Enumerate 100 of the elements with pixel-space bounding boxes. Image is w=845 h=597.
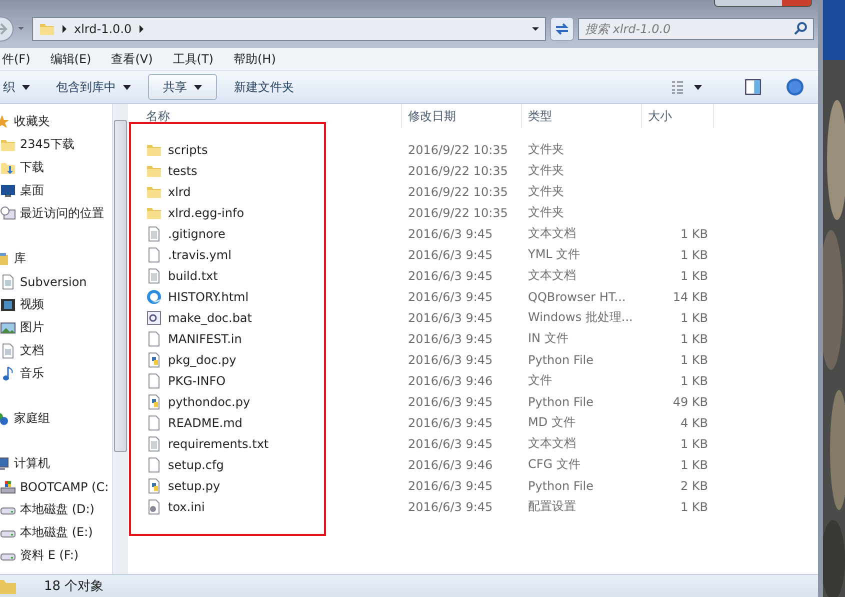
sidebar-item[interactable]: 下载 [0, 156, 112, 179]
table-cell-text: IN 文件 [527, 330, 570, 347]
status-text: 18 个对象 [44, 578, 104, 595]
sidebar-item[interactable]: 最近访问的位置 [0, 202, 112, 225]
column-header[interactable]: 名称 [128, 104, 402, 128]
breadcrumb[interactable]: xlrd-1.0.0 [74, 22, 132, 36]
folder-icon [0, 578, 16, 594]
table-cell-text: 文件 [527, 372, 553, 389]
table-cell-text: 2016/6/3 9:45 [407, 268, 494, 282]
file-name-cell[interactable]: scripts [128, 142, 402, 158]
file-name-cell[interactable]: pythondoc.py [128, 394, 402, 410]
film-icon [0, 296, 16, 312]
table-cell-text: 文件夹 [527, 162, 565, 179]
toolbar-button[interactable]: 包含到库中 [47, 74, 140, 100]
column-header[interactable]: 类型 [522, 104, 642, 128]
sidebar-item[interactable]: 图片 [0, 316, 112, 339]
table-cell-text: 2016/6/3 9:45 [407, 436, 494, 450]
file-name-cell[interactable]: pkg_doc.py [128, 352, 402, 368]
python-file-icon [146, 394, 162, 410]
table-cell-text: 2016/6/3 9:45 [407, 416, 494, 430]
table-cell-text: 文件夹 [527, 204, 565, 221]
table-cell-text: 文本文档 [527, 435, 577, 452]
table-cell-text: 2016/9/22 10:35 [407, 184, 509, 198]
table-cell-text: MD 文件 [527, 414, 576, 431]
file-name-cell[interactable]: tox.ini [128, 498, 402, 514]
file-name-cell[interactable]: xlrd.egg-info [128, 204, 402, 220]
sidebar-item[interactable]: 2345下载 [0, 133, 112, 156]
column-header[interactable]: 修改日期 [402, 104, 522, 128]
menu-item[interactable]: 查看(V) [111, 50, 153, 68]
dropdown-arrow-icon[interactable] [532, 25, 539, 33]
config-file-icon [146, 498, 162, 514]
file-name-cell[interactable]: make_doc.bat [128, 310, 402, 326]
file-name-cell[interactable]: HISTORY.html [128, 288, 402, 304]
toolbar-button[interactable]: 新建文件夹 [225, 74, 303, 100]
text-file-icon [146, 436, 162, 452]
table-cell-text: 2016/6/3 9:45 [407, 310, 494, 324]
sidebar-item[interactable]: 文档 [0, 339, 112, 362]
toolbar-button[interactable]: 织 [0, 74, 39, 100]
table-cell-text: 2016/6/3 9:45 [407, 478, 494, 492]
sidebar-item[interactable]: 收藏夹 [0, 110, 112, 133]
file-name-cell[interactable]: setup.cfg [128, 456, 402, 472]
menu-item[interactable]: 帮助(H) [234, 50, 276, 68]
file-icon [146, 330, 162, 346]
file-name-cell[interactable]: MANIFEST.in [128, 330, 402, 346]
table-cell-text: 2016/6/3 9:45 [407, 248, 494, 262]
file-name-cell[interactable]: PKG-INFO [128, 372, 402, 388]
menu-item[interactable]: 工具(T) [172, 50, 214, 68]
table-cell-text: Python File [527, 352, 594, 366]
sidebar-item[interactable]: 家庭组 [0, 407, 112, 430]
file-name-cell[interactable]: build.txt [128, 268, 402, 284]
table-cell-text: 1 KB [679, 500, 709, 514]
table-cell-text: 1 KB [679, 248, 709, 262]
table-cell-text: 49 KB [672, 394, 709, 408]
scrollbar[interactable] [112, 104, 128, 574]
table-cell-text: 14 KB [672, 290, 709, 304]
window-caption-buttons[interactable] [714, 0, 812, 7]
menu-item[interactable]: 编辑(E) [50, 50, 92, 68]
table-cell-text: 2016/6/3 9:46 [407, 458, 494, 472]
table-cell-text: 1 KB [679, 374, 709, 388]
table-cell-text: 文件夹 [527, 141, 565, 158]
sidebar-item[interactable]: 音乐 [0, 362, 112, 385]
sidebar-item[interactable]: 本地磁盘 (E:) [0, 521, 112, 544]
sidebar-item[interactable]: BOOTCAMP (C: [0, 475, 112, 498]
file-name-cell[interactable]: README.md [128, 414, 402, 430]
file-name-cell[interactable]: requirements.txt [128, 436, 402, 452]
sidebar-item[interactable]: 计算机 [0, 452, 112, 475]
menu-item[interactable]: 件(F) [2, 50, 30, 68]
sidebar-item[interactable]: 资料 E (F:) [0, 544, 112, 567]
file-name-cell[interactable]: tests [128, 162, 402, 178]
address-bar[interactable]: xlrd-1.0.0 [32, 17, 546, 41]
chevron-icon [61, 25, 68, 33]
folder-icon [39, 21, 55, 37]
file-name-cell[interactable]: .travis.yml [128, 246, 402, 262]
sidebar-item[interactable]: Subversion [0, 270, 112, 293]
browser-icon [146, 288, 162, 304]
table-cell-text: 2016/9/22 10:35 [407, 206, 509, 220]
table-cell-text: 1 KB [679, 268, 709, 282]
column-header[interactable]: 大小 [642, 104, 714, 128]
table-cell-text: 配置设置 [527, 498, 577, 515]
sidebar-item[interactable]: 本地磁盘 (D:) [0, 498, 112, 521]
table-cell-text: 1 KB [679, 310, 709, 324]
view-options-icon[interactable] [670, 79, 704, 95]
table-cell-text: Python File [527, 478, 594, 492]
file-name-cell[interactable]: .gitignore [128, 226, 402, 242]
table-cell-text: 2016/6/3 9:45 [407, 332, 494, 346]
file-name-cell[interactable]: setup.py [128, 478, 402, 494]
table-cell-text: YML 文件 [527, 246, 582, 263]
table-cell-text: 文本文档 [527, 225, 577, 242]
sidebar-item[interactable]: 库 [0, 247, 112, 270]
python-file-icon [146, 478, 162, 494]
sidebar-item[interactable]: 视频 [0, 293, 112, 316]
toolbar-button[interactable]: 共享 [148, 74, 217, 100]
sidebar-item[interactable]: 桌面 [0, 179, 112, 202]
table-cell-text: 文件夹 [527, 183, 565, 200]
file-name-cell[interactable]: xlrd [128, 184, 402, 200]
gear-file-icon [146, 310, 162, 326]
table-cell-text: 1 KB [679, 226, 709, 240]
preview-pane-icon[interactable] [744, 78, 762, 96]
search-field[interactable]: 搜索 xlrd-1.0.0 [578, 18, 814, 40]
refresh-button[interactable] [550, 17, 574, 41]
